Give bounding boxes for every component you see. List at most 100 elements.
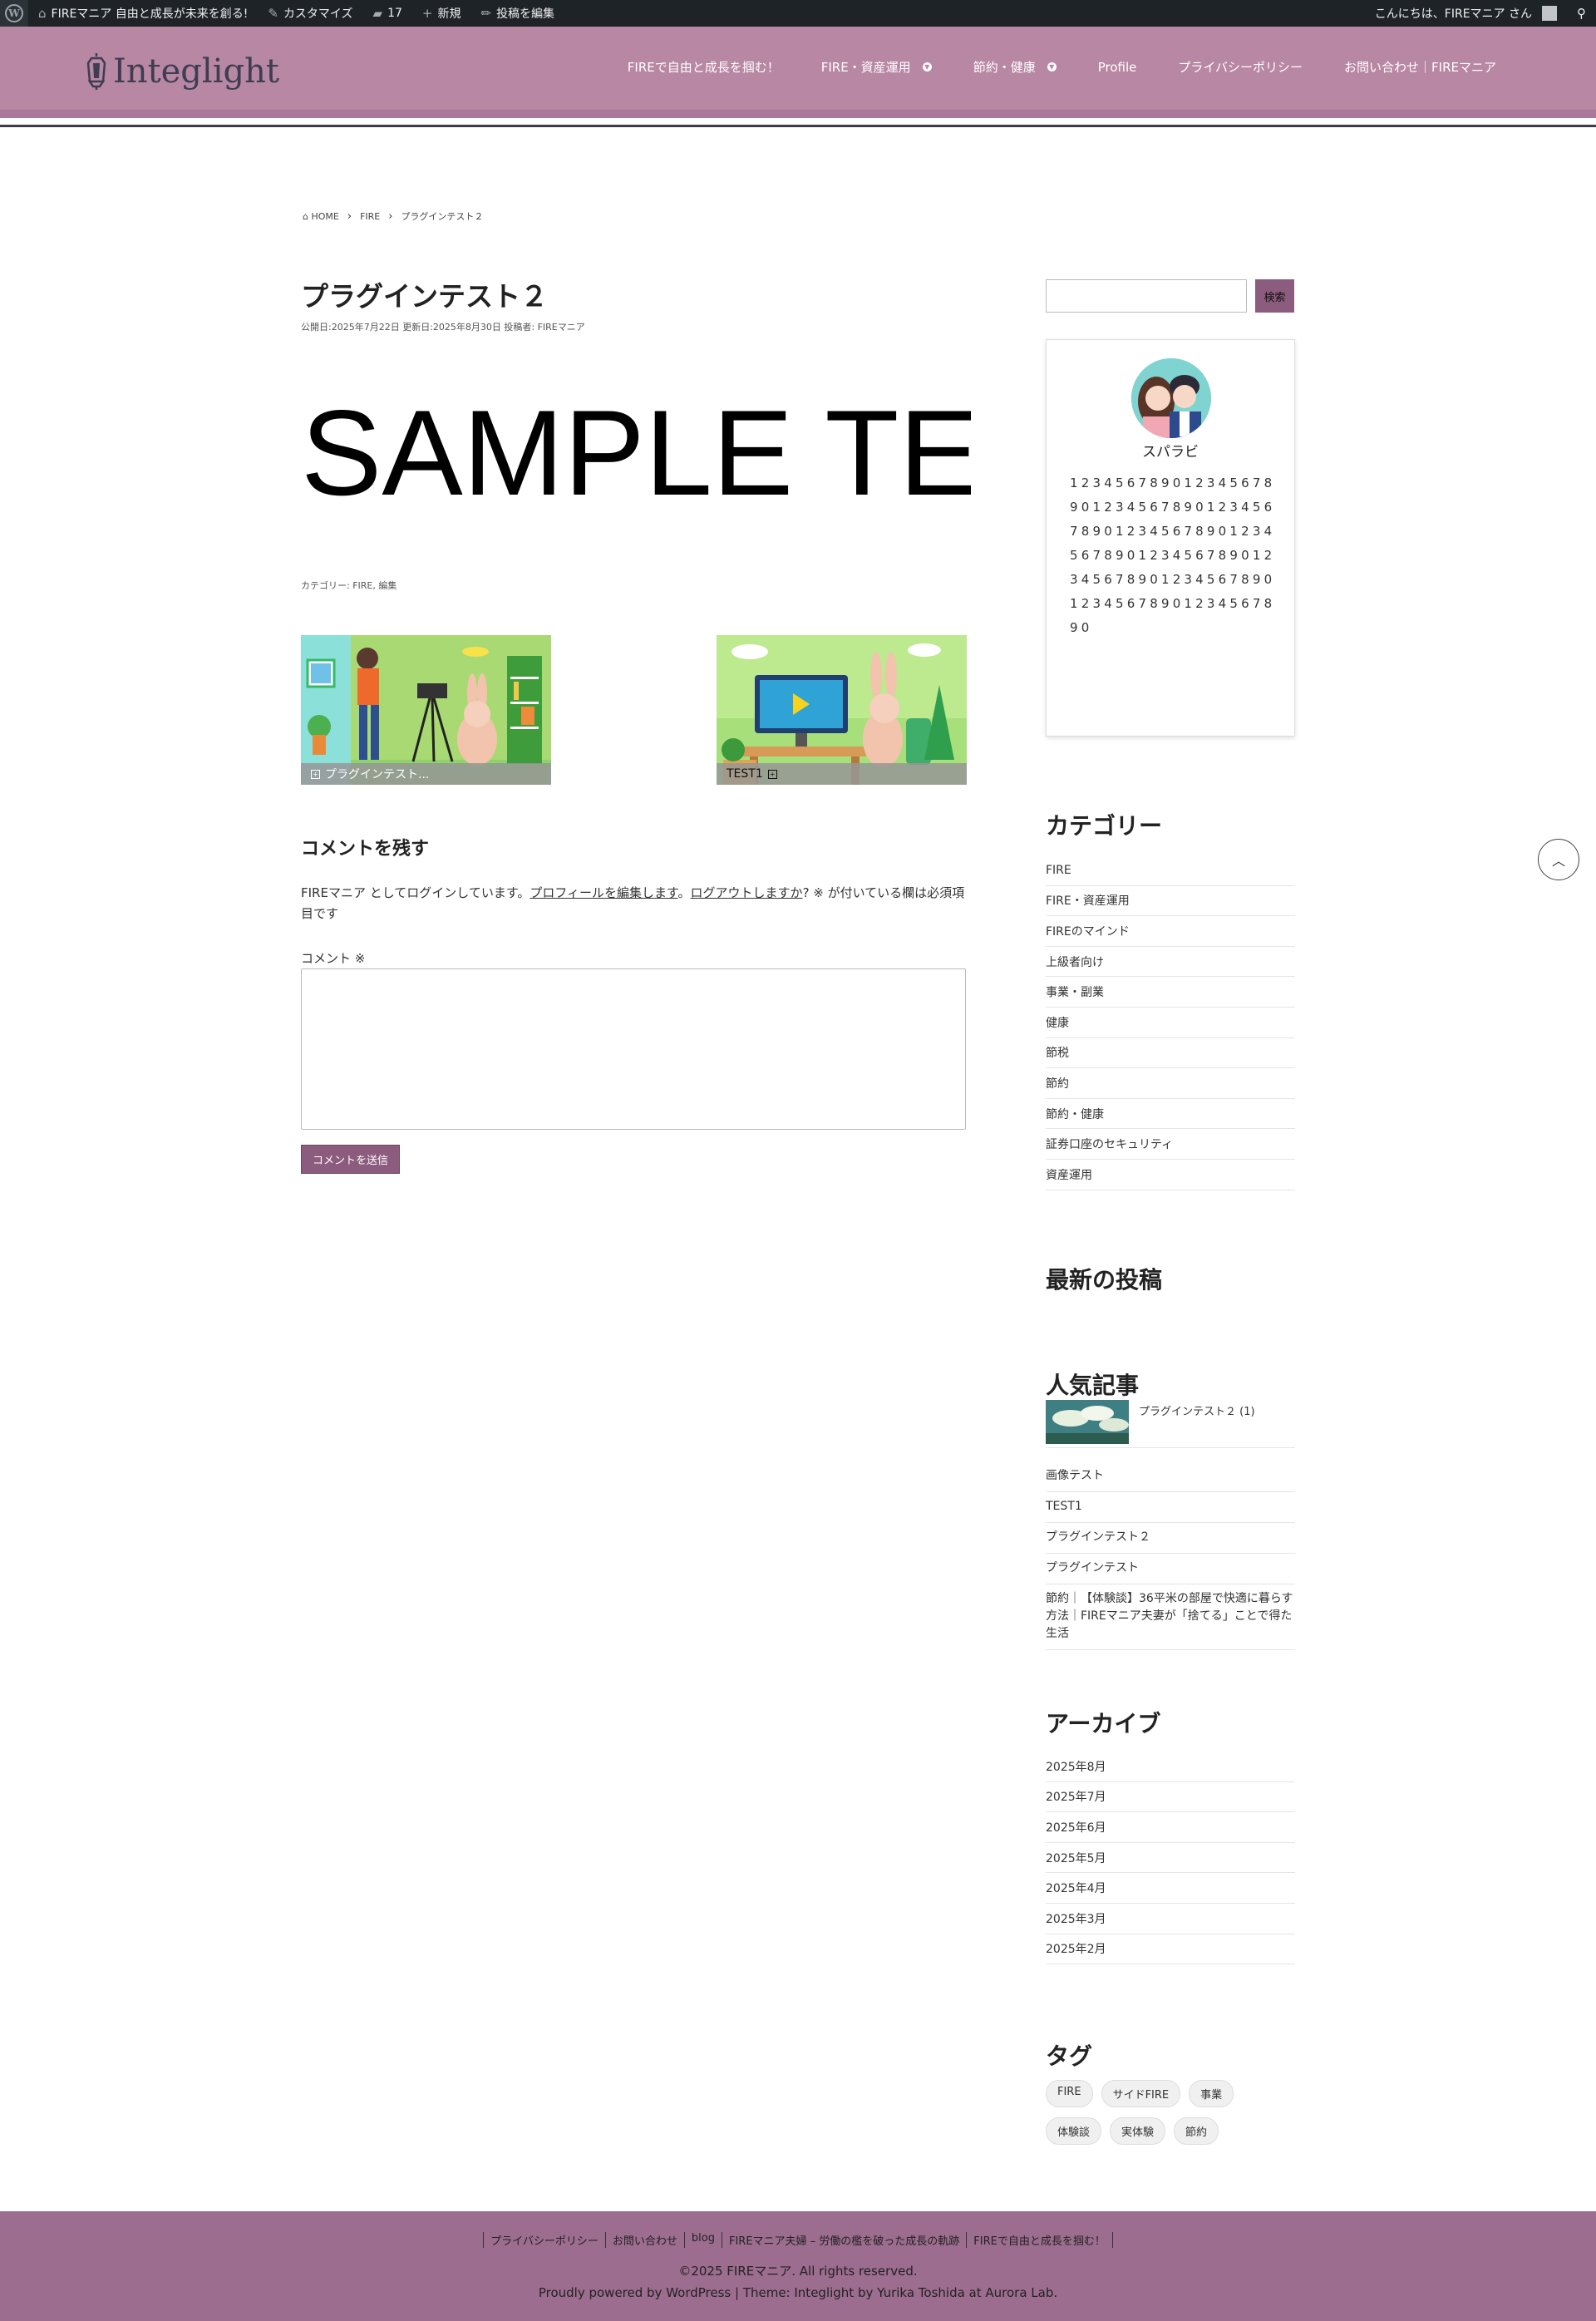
admin-account[interactable]: こんにちは、FIREマニア さん <box>1365 0 1567 27</box>
list-item[interactable]: 資産運用 <box>1046 1160 1295 1190</box>
related-post-card[interactable]: TEST1 + <box>717 635 967 785</box>
widget-title-tags: タグ <box>1046 2043 1093 2070</box>
list-item[interactable]: 2025年4月 <box>1046 1873 1295 1904</box>
related-post-caption: TEST1 + <box>717 763 967 785</box>
wordpress-logo-icon[interactable]: W <box>0 0 28 27</box>
list-item[interactable]: 節約・健康 <box>1046 1099 1295 1130</box>
list-item[interactable]: 2025年7月 <box>1046 1782 1295 1813</box>
footer-link[interactable]: blog <box>683 2232 722 2248</box>
avatar <box>1131 358 1211 438</box>
breadcrumb: ⌂ HOME › FIRE › プラグインテスト２ <box>303 209 483 223</box>
tag-item[interactable]: 事業 <box>1189 2080 1234 2107</box>
list-item[interactable]: 2025年2月 <box>1046 1934 1295 1965</box>
site-header: Integlight FIREで自由と成長を掴む！ FIRE・資産運用 ▼ 節約・… <box>0 27 1596 118</box>
list-item[interactable]: 2025年3月 <box>1046 1904 1295 1934</box>
tag-cloud: FIRE サイドFIRE 事業 体験談 実体験 節約 <box>1046 2080 1295 2145</box>
tag-item[interactable]: サイドFIRE <box>1101 2080 1181 2107</box>
related-post-card[interactable]: + プラグインテスト... <box>301 635 551 785</box>
admin-customize[interactable]: ✎ カスタマイズ <box>258 0 362 27</box>
list-item[interactable]: 2025年5月 <box>1046 1843 1295 1874</box>
nav-item-profile[interactable]: Profile <box>1098 58 1137 76</box>
list-item[interactable]: 上級者向け <box>1046 947 1295 978</box>
comment-form-title: コメントを残す <box>301 839 430 860</box>
breadcrumb-home[interactable]: ⌂ HOME <box>303 211 339 222</box>
related-post-caption: + プラグインテスト... <box>301 763 551 785</box>
admin-site-name[interactable]: ⌂ FIREマニア 自由と成長が未来を創る! <box>28 0 258 27</box>
page-title: プラグインテスト２ <box>301 280 548 313</box>
pencil-icon: ✏ <box>480 6 492 21</box>
global-nav: FIREで自由と成長を掴む！ FIRE・資産運用 ▼ 節約・健康 ▼ Profile… <box>628 58 1496 76</box>
plus-icon: + <box>421 6 433 21</box>
popular-item-featured[interactable]: プラグインテスト２ (1) <box>1046 1400 1295 1448</box>
powered-by: Proudly powered by WordPress | Theme: In… <box>538 2285 1058 2300</box>
footer-link[interactable]: FIREマニア夫婦 – 労働の檻を破った成長の軌跡 <box>721 2232 966 2248</box>
lantern-icon <box>85 52 108 91</box>
site-footer: プライバシーポリシー お問い合わせ blog FIREマニア夫婦 – 労働の檻を… <box>0 2211 1596 2321</box>
profile-name: スパラビ <box>1142 444 1199 461</box>
nav-item-contact[interactable]: お問い合わせ｜FIREマニア <box>1344 58 1496 76</box>
list-item[interactable]: 2025年8月 <box>1046 1752 1295 1782</box>
list-item[interactable]: 証券口座のセキュリティ <box>1046 1129 1295 1160</box>
profile-description: 1234567890123456789012345678901234567890… <box>1070 476 1276 635</box>
avatar <box>1542 6 1557 21</box>
tag-item[interactable]: 節約 <box>1174 2117 1219 2145</box>
widget-title-archive: アーカイブ <box>1046 1710 1161 1737</box>
admin-bar: W ⌂ FIREマニア 自由と成長が未来を創る! ✎ カスタマイズ ▰ 17 +… <box>0 0 1596 27</box>
search-button[interactable]: 検索 <box>1255 279 1294 313</box>
list-item[interactable]: 健康 <box>1046 1008 1295 1038</box>
popular-thumbnail <box>1046 1400 1129 1444</box>
brush-icon: ✎ <box>268 6 278 21</box>
list-item[interactable]: TEST1 <box>1046 1492 1295 1523</box>
breadcrumb-category[interactable]: FIRE <box>360 211 380 222</box>
post-categories[interactable]: カテゴリー: FIRE, 編集 <box>301 579 397 592</box>
nav-item-saving-health[interactable]: 節約・健康 ▼ <box>973 58 1057 76</box>
admin-new[interactable]: + 新規 <box>412 0 471 27</box>
scroll-to-top-button[interactable]: ︿ <box>1538 839 1579 880</box>
chevron-right-icon: › <box>388 209 393 223</box>
admin-search-icon[interactable]: ⚲ <box>1567 0 1596 27</box>
comment-textarea[interactable] <box>301 968 966 1130</box>
nav-item-privacy[interactable]: プライバシーポリシー <box>1178 58 1303 76</box>
list-item[interactable]: FIRE・資産運用 <box>1046 886 1295 917</box>
post-meta: 公開日:2025年7月22日 更新日:2025年8月30日 投稿者: FIREマ… <box>301 322 585 333</box>
search-input[interactable] <box>1046 279 1247 313</box>
comment-label: コメント ※ <box>301 951 366 966</box>
logout-link[interactable]: ログアウトしますか <box>691 885 803 900</box>
related-post-thumbnail <box>717 635 967 785</box>
list-item[interactable]: 節約｜【体験談】36平米の部屋で快適に暮らす方法｜FIREマニア夫妻が「捨てる」… <box>1046 1584 1295 1650</box>
list-item[interactable]: 事業・副業 <box>1046 977 1295 1008</box>
comment-bubble-icon: ▰ <box>372 6 383 21</box>
admin-comments[interactable]: ▰ 17 <box>363 0 412 27</box>
footer-nav: プライバシーポリシー お問い合わせ blog FIREマニア夫婦 – 労働の檻を… <box>0 2232 1596 2248</box>
list-item[interactable]: 節約 <box>1046 1068 1295 1099</box>
list-item[interactable]: 2025年6月 <box>1046 1812 1295 1843</box>
link-icon: + <box>767 769 777 779</box>
site-logo[interactable]: Integlight <box>85 52 279 91</box>
edit-profile-link[interactable]: プロフィールを編集します <box>530 885 677 900</box>
list-item[interactable]: 節税 <box>1046 1038 1295 1069</box>
header-divider <box>0 125 1596 127</box>
footer-link[interactable]: FIREで自由と成長を掴む！ <box>966 2232 1113 2248</box>
nav-item-fire-investment[interactable]: FIRE・資産運用 ▼ <box>821 58 932 76</box>
submit-comment-button[interactable]: コメントを送信 <box>301 1145 400 1174</box>
list-item[interactable]: FIREのマインド <box>1046 916 1295 947</box>
related-post-thumbnail <box>301 635 551 785</box>
tag-item[interactable]: 体験談 <box>1046 2117 1102 2145</box>
home-gauge-icon: ⌂ <box>38 6 47 21</box>
admin-edit-post[interactable]: ✏ 投稿を編集 <box>470 0 564 27</box>
footer-link[interactable]: お問い合わせ <box>604 2232 684 2248</box>
list-item[interactable]: FIRE <box>1046 855 1295 886</box>
list-item[interactable]: 画像テスト <box>1046 1461 1295 1492</box>
list-item[interactable]: プラグインテスト２ <box>1046 1523 1295 1554</box>
submenu-arrow-icon[interactable]: ▼ <box>922 62 932 71</box>
widget-title-popular: 人気記事 <box>1046 1372 1140 1399</box>
profile-card: スパラビ 12345678901234567890123456789012345… <box>1046 339 1295 737</box>
list-item[interactable]: プラグインテスト <box>1046 1554 1295 1584</box>
tag-item[interactable]: 実体験 <box>1110 2117 1166 2145</box>
footer-link[interactable]: プライバシーポリシー <box>483 2232 605 2248</box>
submenu-arrow-icon[interactable]: ▼ <box>1047 62 1057 71</box>
nav-item-fire-freedom[interactable]: FIREで自由と成長を掴む！ <box>628 58 780 76</box>
home-icon: ⌂ <box>303 210 308 222</box>
archive-list: 2025年8月 2025年7月 2025年6月 2025年5月 2025年4月 … <box>1046 1752 1295 1965</box>
tag-item[interactable]: FIRE <box>1046 2080 1093 2107</box>
